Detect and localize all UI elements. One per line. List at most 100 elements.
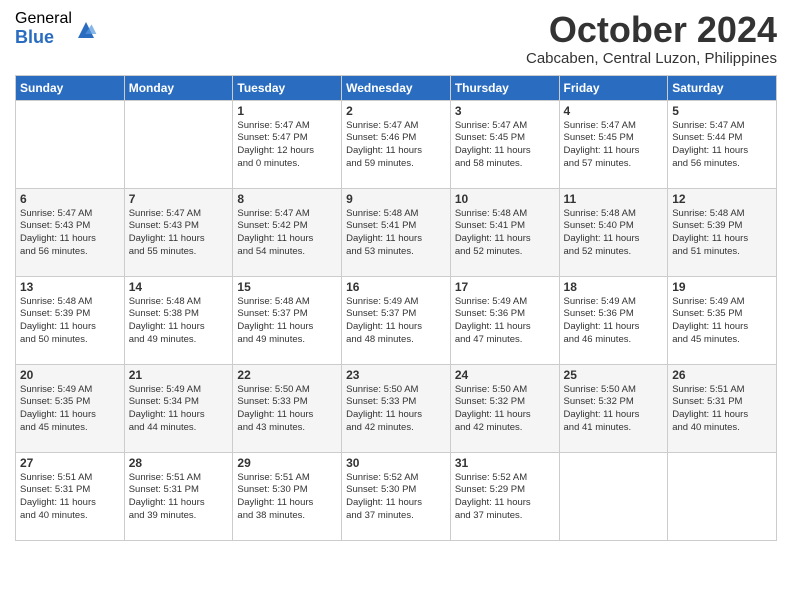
calendar-cell: 1 Sunrise: 5:47 AMSunset: 5:47 PMDaylight… — [233, 100, 342, 188]
day-number: 2 — [346, 104, 446, 118]
calendar-cell: 26 Sunrise: 5:51 AMSunset: 5:31 PMDayligh… — [668, 364, 777, 452]
cell-content: Sunrise: 5:50 AMSunset: 5:32 PMDaylight:… — [564, 384, 664, 435]
day-number: 30 — [346, 456, 446, 470]
calendar-cell: 24 Sunrise: 5:50 AMSunset: 5:32 PMDayligh… — [450, 364, 559, 452]
col-friday: Friday — [559, 75, 668, 100]
cell-content: Sunrise: 5:52 AMSunset: 5:29 PMDaylight:… — [455, 472, 555, 523]
cell-content: Sunrise: 5:51 AMSunset: 5:31 PMDaylight:… — [672, 384, 772, 435]
col-saturday: Saturday — [668, 75, 777, 100]
cell-content: Sunrise: 5:48 AMSunset: 5:41 PMDaylight:… — [346, 208, 446, 259]
calendar-body: 1 Sunrise: 5:47 AMSunset: 5:47 PMDaylight… — [16, 100, 777, 540]
calendar-cell: 23 Sunrise: 5:50 AMSunset: 5:33 PMDayligh… — [342, 364, 451, 452]
calendar-cell: 5 Sunrise: 5:47 AMSunset: 5:44 PMDaylight… — [668, 100, 777, 188]
calendar-cell: 30 Sunrise: 5:52 AMSunset: 5:30 PMDayligh… — [342, 452, 451, 540]
calendar-cell: 13Sunrise: 5:48 AMSunset: 5:39 PMDayligh… — [16, 276, 125, 364]
logo: General Blue — [15, 10, 98, 47]
day-number: 1 — [237, 104, 337, 118]
day-number: 10 — [455, 192, 555, 206]
calendar-cell: 18Sunrise: 5:49 AMSunset: 5:36 PMDayligh… — [559, 276, 668, 364]
day-number: 6 — [20, 192, 120, 206]
cell-content: Sunrise: 5:52 AMSunset: 5:30 PMDaylight:… — [346, 472, 446, 523]
title-area: October 2024 Cabcaben, Central Luzon, Ph… — [526, 10, 777, 67]
day-number: 19 — [672, 280, 772, 294]
calendar-cell: 8Sunrise: 5:47 AMSunset: 5:42 PMDaylight… — [233, 188, 342, 276]
day-number: 7 — [129, 192, 229, 206]
cell-content: Sunrise: 5:48 AMSunset: 5:40 PMDaylight:… — [564, 208, 664, 259]
calendar-cell: 11 Sunrise: 5:48 AMSunset: 5:40 PMDayligh… — [559, 188, 668, 276]
calendar-week-5: 27Sunrise: 5:51 AMSunset: 5:31 PMDayligh… — [16, 452, 777, 540]
calendar-cell: 3 Sunrise: 5:47 AMSunset: 5:45 PMDaylight… — [450, 100, 559, 188]
calendar-cell — [16, 100, 125, 188]
col-tuesday: Tuesday — [233, 75, 342, 100]
col-wednesday: Wednesday — [342, 75, 451, 100]
calendar-cell: 29 Sunrise: 5:51 AMSunset: 5:30 PMDayligh… — [233, 452, 342, 540]
calendar-cell: 14 Sunrise: 5:48 AMSunset: 5:38 PMDayligh… — [124, 276, 233, 364]
calendar-cell — [559, 452, 668, 540]
cell-content: Sunrise: 5:50 AMSunset: 5:33 PMDaylight:… — [237, 384, 337, 435]
calendar-cell: 9 Sunrise: 5:48 AMSunset: 5:41 PMDaylight… — [342, 188, 451, 276]
cell-content: Sunrise: 5:50 AMSunset: 5:32 PMDaylight:… — [455, 384, 555, 435]
col-sunday: Sunday — [16, 75, 125, 100]
day-number: 14 — [129, 280, 229, 294]
cell-content: Sunrise: 5:48 AMSunset: 5:37 PMDaylight:… — [237, 296, 337, 347]
cell-content: Sunrise: 5:47 AMSunset: 5:44 PMDaylight:… — [672, 120, 772, 171]
calendar-cell: 20Sunrise: 5:49 AMSunset: 5:35 PMDayligh… — [16, 364, 125, 452]
calendar-cell: 2 Sunrise: 5:47 AMSunset: 5:46 PMDaylight… — [342, 100, 451, 188]
day-number: 22 — [237, 368, 337, 382]
day-number: 31 — [455, 456, 555, 470]
day-number: 12 — [672, 192, 772, 206]
cell-content: Sunrise: 5:51 AMSunset: 5:30 PMDaylight:… — [237, 472, 337, 523]
calendar-cell — [124, 100, 233, 188]
cell-content: Sunrise: 5:47 AMSunset: 5:46 PMDaylight:… — [346, 120, 446, 171]
cell-content: Sunrise: 5:47 AMSunset: 5:43 PMDaylight:… — [20, 208, 120, 259]
day-number: 9 — [346, 192, 446, 206]
calendar-cell: 25Sunrise: 5:50 AMSunset: 5:32 PMDayligh… — [559, 364, 668, 452]
day-number: 5 — [672, 104, 772, 118]
calendar-week-1: 1 Sunrise: 5:47 AMSunset: 5:47 PMDaylight… — [16, 100, 777, 188]
cell-content: Sunrise: 5:49 AMSunset: 5:36 PMDaylight:… — [455, 296, 555, 347]
cell-content: Sunrise: 5:48 AMSunset: 5:39 PMDaylight:… — [672, 208, 772, 259]
day-number: 15 — [237, 280, 337, 294]
cell-content: Sunrise: 5:48 AMSunset: 5:38 PMDaylight:… — [129, 296, 229, 347]
cell-content: Sunrise: 5:49 AMSunset: 5:37 PMDaylight:… — [346, 296, 446, 347]
day-number: 27 — [20, 456, 120, 470]
day-number: 23 — [346, 368, 446, 382]
logo-blue: Blue — [15, 28, 72, 48]
cell-content: Sunrise: 5:47 AMSunset: 5:43 PMDaylight:… — [129, 208, 229, 259]
cell-content: Sunrise: 5:49 AMSunset: 5:35 PMDaylight:… — [20, 384, 120, 435]
calendar-cell: 19 Sunrise: 5:49 AMSunset: 5:35 PMDayligh… — [668, 276, 777, 364]
calendar-cell: 6 Sunrise: 5:47 AMSunset: 5:43 PMDaylight… — [16, 188, 125, 276]
calendar-cell: 7 Sunrise: 5:47 AMSunset: 5:43 PMDaylight… — [124, 188, 233, 276]
cell-content: Sunrise: 5:49 AMSunset: 5:35 PMDaylight:… — [672, 296, 772, 347]
day-number: 13 — [20, 280, 120, 294]
day-number: 3 — [455, 104, 555, 118]
page-container: General Blue October 2024 Cabcaben, Cent… — [0, 0, 792, 551]
calendar-week-2: 6 Sunrise: 5:47 AMSunset: 5:43 PMDaylight… — [16, 188, 777, 276]
month-title: October 2024 — [526, 10, 777, 50]
location-title: Cabcaben, Central Luzon, Philippines — [526, 50, 777, 67]
cell-content: Sunrise: 5:49 AMSunset: 5:34 PMDaylight:… — [129, 384, 229, 435]
calendar-cell — [668, 452, 777, 540]
cell-content: Sunrise: 5:47 AMSunset: 5:45 PMDaylight:… — [455, 120, 555, 171]
logo-icon — [74, 18, 98, 42]
header: General Blue October 2024 Cabcaben, Cent… — [15, 10, 777, 67]
cell-content: Sunrise: 5:47 AMSunset: 5:47 PMDaylight:… — [237, 120, 337, 171]
day-number: 24 — [455, 368, 555, 382]
day-number: 11 — [564, 192, 664, 206]
cell-content: Sunrise: 5:47 AMSunset: 5:45 PMDaylight:… — [564, 120, 664, 171]
calendar-cell: 12 Sunrise: 5:48 AMSunset: 5:39 PMDayligh… — [668, 188, 777, 276]
day-number: 16 — [346, 280, 446, 294]
calendar-cell: 27Sunrise: 5:51 AMSunset: 5:31 PMDayligh… — [16, 452, 125, 540]
cell-content: Sunrise: 5:50 AMSunset: 5:33 PMDaylight:… — [346, 384, 446, 435]
day-number: 29 — [237, 456, 337, 470]
day-number: 28 — [129, 456, 229, 470]
day-number: 17 — [455, 280, 555, 294]
calendar-cell: 4Sunrise: 5:47 AMSunset: 5:45 PMDaylight… — [559, 100, 668, 188]
calendar-cell: 17 Sunrise: 5:49 AMSunset: 5:36 PMDayligh… — [450, 276, 559, 364]
calendar-cell: 16 Sunrise: 5:49 AMSunset: 5:37 PMDayligh… — [342, 276, 451, 364]
col-monday: Monday — [124, 75, 233, 100]
calendar-cell: 10 Sunrise: 5:48 AMSunset: 5:41 PMDayligh… — [450, 188, 559, 276]
day-number: 26 — [672, 368, 772, 382]
cell-content: Sunrise: 5:48 AMSunset: 5:41 PMDaylight:… — [455, 208, 555, 259]
logo-general: General — [15, 10, 72, 28]
